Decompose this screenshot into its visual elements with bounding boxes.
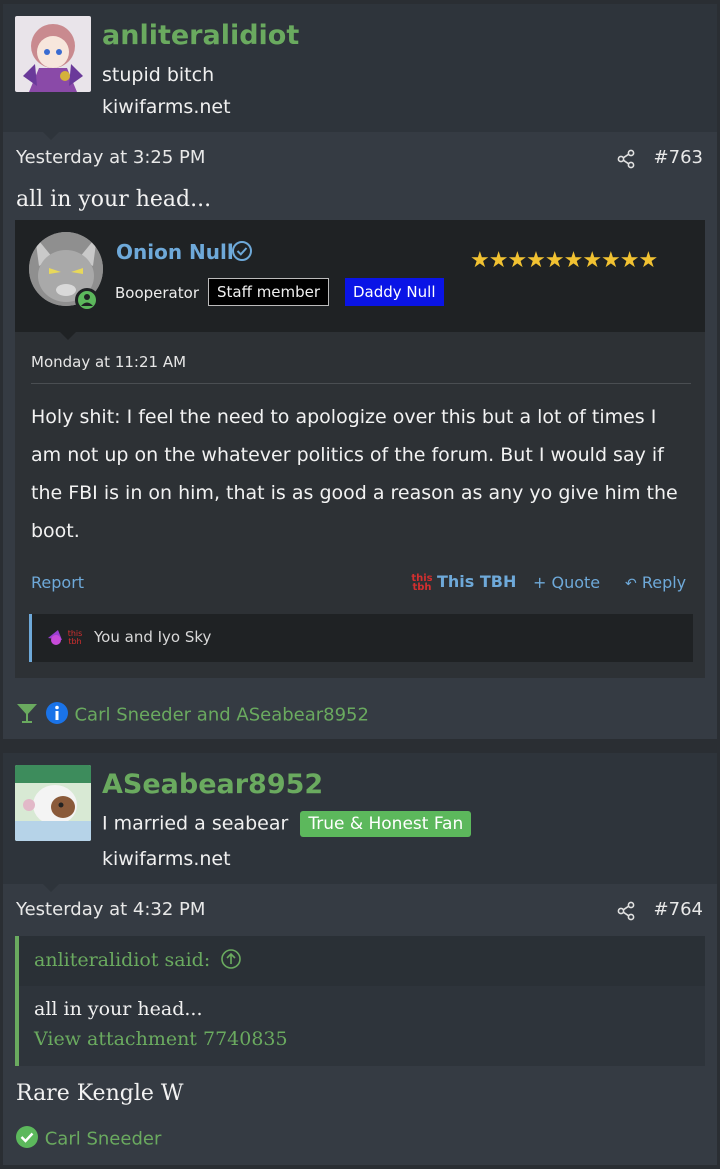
embedded-screenshot: Onion Null ★★★★★★★★★★ Booperator Staff m… [15, 220, 705, 678]
embed-reply: ↶ Reply [625, 573, 686, 592]
share-icon[interactable] [616, 149, 636, 169]
user-title: I married a seabear True & Honest Fan [102, 811, 472, 837]
post-body: all in your head... [16, 187, 212, 212]
attachment-link[interactable]: View attachment 7740835 [34, 1028, 288, 1050]
embed-reaction-names: You and Iyo Sky [94, 628, 212, 646]
rating-stars: ★★★★★★★★★★ [470, 248, 658, 273]
verified-icon [232, 241, 252, 261]
staff-member-badge: Staff member [208, 278, 330, 306]
avatar[interactable] [15, 16, 91, 92]
embed-user-role: Booperator [115, 284, 199, 302]
embed-reaction-bar: this tbh You and Iyo Sky [29, 614, 693, 662]
post-764: ASeabear8952 I married a seabear True & … [3, 753, 717, 1165]
post-timestamp[interactable]: Yesterday at 4:32 PM [16, 899, 205, 920]
embed-quote: + Quote [533, 573, 601, 592]
post-number-link[interactable]: #763 [654, 147, 703, 168]
quote-attribution-text[interactable]: anliteralidiot said: [34, 949, 210, 971]
embed-user-block: Onion Null ★★★★★★★★★★ Booperator Staff m… [15, 220, 705, 340]
embed-date: Monday at 11:21 AM [31, 353, 187, 371]
avatar[interactable] [15, 765, 91, 841]
reaction-list[interactable]: Carl Sneeder [15, 1125, 161, 1154]
reaction-icons: this tbh [44, 626, 88, 652]
true-honest-fan-badge: True & Honest Fan [300, 811, 472, 837]
info-icon [45, 701, 69, 730]
online-status-icon [75, 288, 99, 312]
divider [31, 383, 691, 384]
username[interactable]: anliteralidiot [102, 20, 299, 51]
quote-text: all in your head... [34, 998, 203, 1020]
user-site: kiwifarms.net [102, 848, 231, 870]
post-body: Rare Kengle W [16, 1081, 184, 1106]
this-tbh-label: This TBH [437, 572, 517, 591]
username[interactable]: ASeabear8952 [102, 769, 323, 800]
user-info: ASeabear8952 I married a seabear True & … [3, 753, 717, 892]
svg-text:tbh: tbh [68, 637, 81, 646]
daddy-null-badge: Daddy Null [345, 278, 444, 306]
embed-text: Holy shit: I feel the need to apologize … [31, 406, 678, 542]
embed-username: Onion Null [116, 240, 234, 264]
reaction-names[interactable]: Carl Sneeder and ASeabear8952 [74, 705, 369, 726]
user-title: stupid bitch [102, 64, 215, 86]
post-number-link[interactable]: #764 [654, 899, 703, 920]
post-763: anliteralidiot stupid bitch kiwifarms.ne… [3, 4, 717, 739]
share-icon[interactable] [616, 901, 636, 921]
quote-attribution[interactable]: anliteralidiot said: [34, 948, 242, 971]
cocktail-icon [15, 701, 39, 730]
reaction-names[interactable]: Carl Sneeder [45, 1129, 162, 1150]
embed-this-tbh: this tbh This TBH [411, 572, 516, 592]
jump-up-icon[interactable] [220, 948, 242, 970]
quote-header: anliteralidiot said: [19, 936, 705, 986]
check-icon [15, 1125, 39, 1154]
reply-icon: ↶ [625, 576, 637, 592]
quote-block: anliteralidiot said: all in your head...… [15, 936, 705, 1066]
user-info: anliteralidiot stupid bitch kiwifarms.ne… [3, 4, 717, 140]
reaction-list[interactable]: Carl Sneeder and ASeabear8952 [15, 701, 369, 730]
this-tbh-icon: this tbh [411, 572, 433, 593]
embed-report-link: Report [31, 573, 85, 592]
embed-reply-label: Reply [641, 573, 687, 592]
user-title-text: I married a seabear [102, 812, 289, 835]
user-site: kiwifarms.net [102, 96, 231, 118]
post-timestamp[interactable]: Yesterday at 3:25 PM [16, 147, 205, 168]
